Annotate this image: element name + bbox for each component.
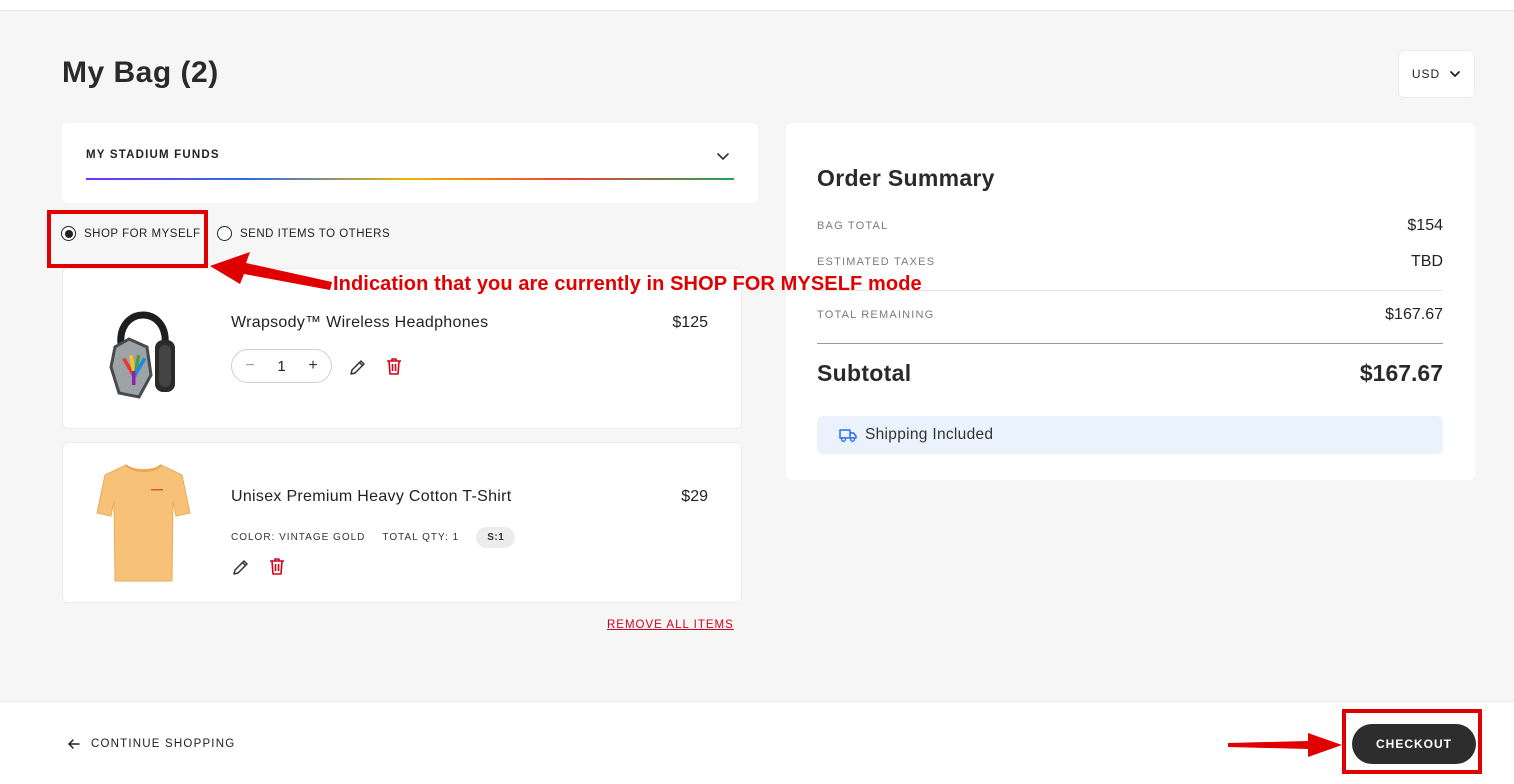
stadium-funds-accordion[interactable]: MY STADIUM FUNDS <box>62 123 758 203</box>
headphones-image <box>109 311 175 399</box>
pencil-icon[interactable] <box>231 557 251 577</box>
item-name[interactable]: Wrapsody™ Wireless Headphones <box>231 314 488 332</box>
subtotal-row: Subtotal $167.67 <box>817 360 1443 387</box>
shipping-label: Shipping Included <box>865 426 994 443</box>
size-badge: S:1 <box>476 527 516 548</box>
decrement-button[interactable]: − <box>242 357 258 375</box>
pencil-icon[interactable] <box>348 357 368 377</box>
trash-icon[interactable] <box>384 356 404 376</box>
currency-value: USD <box>1411 67 1441 81</box>
item-color: COLOR: VINTAGE GOLD <box>231 532 366 543</box>
total-remaining-value: $167.67 <box>1385 306 1443 323</box>
chevron-down-icon <box>1450 71 1461 77</box>
summary-divider <box>817 343 1443 344</box>
currency-select[interactable]: USD <box>1398 50 1475 98</box>
annotation-highlight-box <box>47 210 208 268</box>
stadium-funds-label: MY STADIUM FUNDS <box>86 149 220 161</box>
subtotal-label: Subtotal <box>817 360 912 386</box>
item-price: $125 <box>672 314 708 331</box>
quantity-stepper: − 1 + <box>231 349 332 383</box>
truck-icon <box>839 429 857 442</box>
order-summary-title: Order Summary <box>817 165 995 191</box>
trash-icon[interactable] <box>267 556 287 576</box>
continue-shopping-link[interactable]: CONTINUE SHOPPING <box>67 738 235 750</box>
arrow-left-icon <box>68 739 80 749</box>
estimated-taxes-label: ESTIMATED TAXES <box>817 256 936 268</box>
annotation-highlight-box <box>1342 709 1482 774</box>
remove-all-items-link[interactable]: REMOVE ALL ITEMS <box>607 619 734 631</box>
annotation-arrow-icon <box>210 252 332 290</box>
bag-total-label: BAG TOTAL <box>817 220 889 232</box>
item-name[interactable]: Unisex Premium Heavy Cotton T-Shirt <box>231 488 512 506</box>
continue-shopping-label: CONTINUE SHOPPING <box>91 738 236 750</box>
annotation-text: Indication that you are currently in SHO… <box>333 273 922 295</box>
increment-button[interactable]: + <box>305 357 321 375</box>
send-items-to-others-option[interactable]: SEND ITEMS TO OTHERS <box>217 226 390 241</box>
shipping-notice: Shipping Included <box>817 416 1443 454</box>
quantity-value[interactable]: 1 <box>277 358 285 375</box>
radio-unselected-icon[interactable] <box>217 226 232 241</box>
order-summary-panel: Order Summary BAG TOTAL $154 ESTIMATED T… <box>786 123 1475 480</box>
funds-gradient-divider <box>86 178 734 180</box>
send-items-to-others-label: SEND ITEMS TO OTHERS <box>240 227 391 240</box>
bag-total-row: BAG TOTAL $154 <box>817 217 1443 235</box>
annotation-arrow-icon <box>1228 733 1342 757</box>
item-price: $29 <box>681 488 708 505</box>
estimated-taxes-row: ESTIMATED TAXES TBD <box>817 253 1443 271</box>
top-nav-edge <box>0 0 1514 11</box>
subtotal-value: $167.67 <box>1359 360 1443 386</box>
item-total-qty: TOTAL QTY: 1 <box>382 532 460 543</box>
bag-total-value: $154 <box>1407 217 1443 234</box>
total-remaining-row: TOTAL REMAINING $167.67 <box>817 306 1443 324</box>
item-attributes: COLOR: VINTAGE GOLD TOTAL QTY: 1 S:1 <box>231 527 516 548</box>
bag-item-tshirt: Unisex Premium Heavy Cotton T-Shirt $29 … <box>62 442 742 603</box>
total-remaining-label: TOTAL REMAINING <box>817 309 935 321</box>
estimated-taxes-value: TBD <box>1411 253 1443 270</box>
chevron-down-icon[interactable] <box>716 149 730 163</box>
page-title: My Bag (2) <box>62 56 219 89</box>
tshirt-image <box>96 464 191 582</box>
